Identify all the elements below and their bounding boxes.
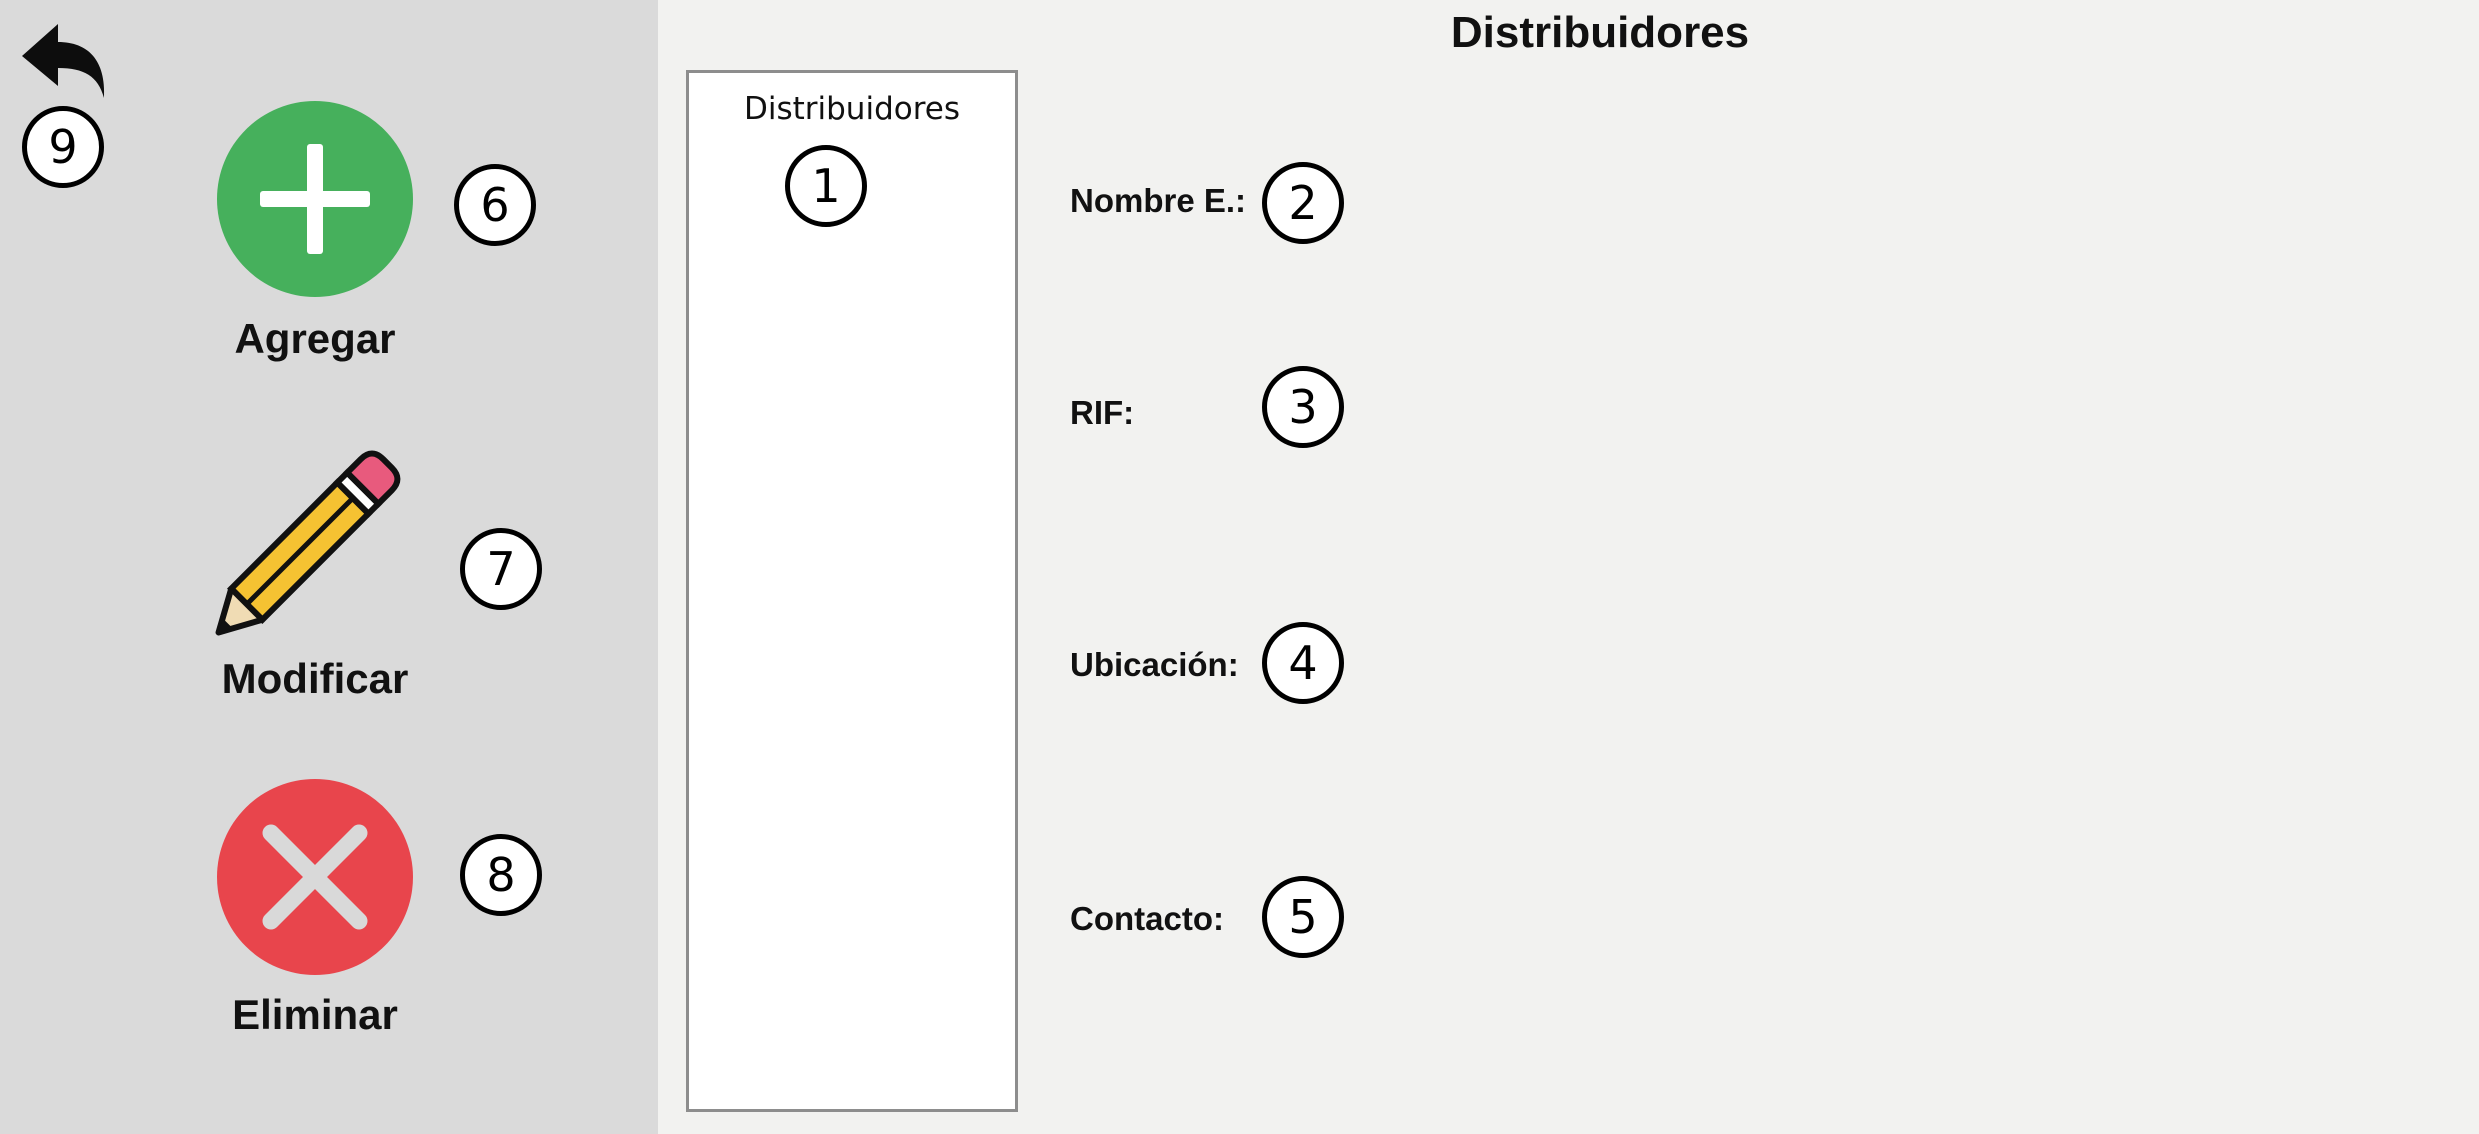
contact-label: Contacto: <box>1070 900 1224 937</box>
edit-button[interactable]: Modificar <box>200 435 430 710</box>
marker-8: 8 <box>460 834 542 916</box>
add-icon <box>217 101 413 297</box>
marker-7: 7 <box>460 528 542 610</box>
list-header: Distribuidores <box>743 91 961 127</box>
pencil-icon <box>215 450 401 636</box>
marker-1: 1 <box>785 145 867 227</box>
distributors-list[interactable]: Distribuidores <box>686 70 1018 1112</box>
marker-9: 9 <box>22 106 104 188</box>
rif-label: RIF: <box>1070 394 1135 431</box>
add-button-label: Agregar <box>234 315 396 362</box>
add-button[interactable]: Agregar <box>200 100 430 370</box>
marker-4: 4 <box>1262 622 1344 704</box>
marker-6: 6 <box>454 164 536 246</box>
marker-2: 2 <box>1262 162 1344 244</box>
marker-3: 3 <box>1262 366 1344 448</box>
edit-button-label: Modificar <box>221 655 409 702</box>
delete-button[interactable]: Eliminar <box>200 778 430 1043</box>
back-arrow-icon <box>22 24 105 98</box>
name-label: Nombre E.: <box>1070 182 1247 219</box>
location-label: Ubicación: <box>1070 646 1239 683</box>
delete-button-label: Eliminar <box>232 991 398 1038</box>
delete-icon <box>217 779 413 975</box>
back-button[interactable] <box>18 20 108 100</box>
page-title: Distribuidores <box>1450 8 1750 57</box>
marker-5: 5 <box>1262 876 1344 958</box>
